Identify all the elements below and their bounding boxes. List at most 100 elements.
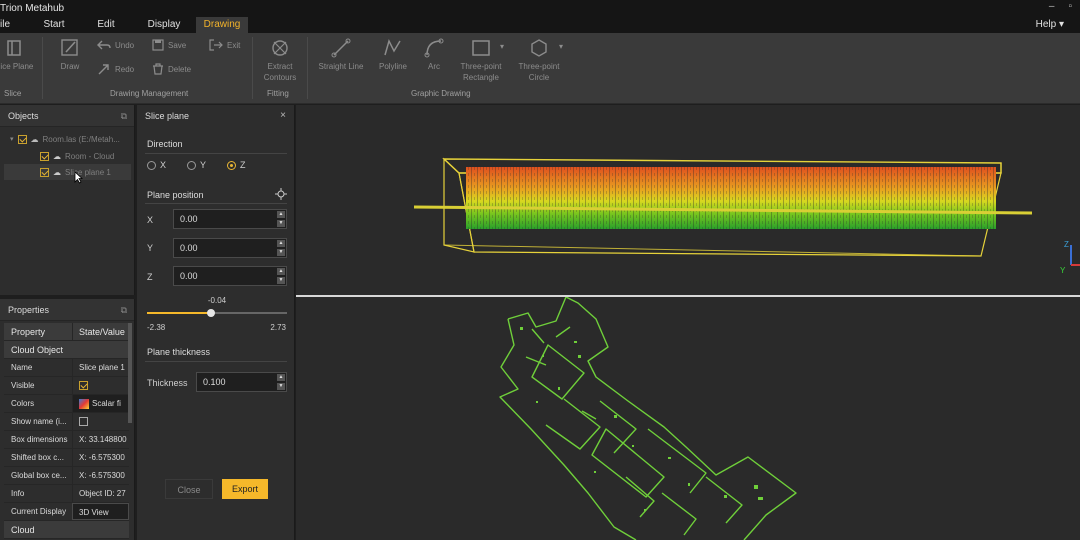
slider-max-label: 2.73 (270, 323, 286, 332)
rectangle-dropdown[interactable]: ▾ (497, 41, 507, 52)
properties-panel: Properties ⧉ Property State/Value Cloud … (0, 299, 135, 540)
exit-button[interactable]: Exit (209, 39, 240, 51)
circle-icon (531, 39, 547, 57)
x-spinner[interactable]: ▲ ▼ (277, 211, 285, 227)
slider-value: -0.04 (207, 296, 227, 305)
thickness-input[interactable]: 0.100 ▲ ▼ (196, 372, 287, 392)
table-header-row: Property State/Value (4, 323, 129, 341)
folder-icon: ☁ (30, 134, 39, 144)
crosshair-icon[interactable] (275, 188, 287, 200)
y-spinner[interactable]: ▲ ▼ (277, 240, 285, 256)
tree-checkbox[interactable] (40, 167, 49, 177)
tree-checkbox[interactable] (17, 134, 27, 144)
table-row[interactable]: Name Slice plane 1 (4, 359, 129, 377)
thickness-label: Thickness (147, 378, 188, 388)
direction-y-radio[interactable]: Y (187, 160, 206, 170)
radio-icon (187, 160, 196, 170)
x-position-input[interactable]: 0.00 ▲ ▼ (173, 209, 287, 229)
export-button[interactable]: Export (222, 479, 268, 499)
tree-checkbox[interactable] (40, 151, 49, 161)
axis-z-label: Z (1064, 240, 1069, 249)
ribbon-separator (307, 37, 308, 99)
slice-plane-button[interactable]: lice Plane (0, 37, 36, 72)
viewport-3d-side[interactable]: Z Y (296, 105, 1080, 295)
spin-down-icon[interactable]: ▼ (277, 383, 285, 390)
show-name-checkbox[interactable] (79, 417, 88, 426)
polyline-icon (384, 38, 401, 56)
table-row[interactable]: Show name (i... (4, 413, 129, 431)
minimize-icon[interactable]: – (1049, 1, 1055, 12)
z-spinner[interactable]: ▲ ▼ (277, 268, 285, 284)
point-cloud-side-view: Z Y (413, 157, 1080, 275)
current-display-select[interactable]: 3D View (72, 503, 129, 520)
scalar-field-icon (79, 398, 89, 409)
floorplan-slice-view (499, 296, 797, 540)
table-row[interactable]: Box dimensions X: 33.148800 (4, 431, 129, 449)
table-row[interactable]: Visible (4, 377, 129, 395)
close-icon[interactable]: × (280, 105, 286, 127)
plane-slider[interactable] (147, 309, 287, 317)
objects-panel: Objects ⧉ ▾ ☁ Room.las (E:/Metah... ☁ Ro… (0, 105, 135, 295)
draw-button[interactable]: Draw (54, 37, 86, 72)
redo-button[interactable]: Redo (97, 63, 134, 75)
tab-file[interactable]: ile (0, 17, 20, 33)
spin-up-icon[interactable]: ▲ (277, 268, 285, 275)
spin-down-icon[interactable]: ▼ (277, 220, 285, 227)
properties-scrollbar[interactable] (128, 323, 132, 423)
z-position-input[interactable]: 0.00 ▲ ▼ (173, 266, 287, 286)
floorplan-points (520, 327, 763, 511)
arc-button[interactable]: Arc (418, 37, 450, 72)
objects-header: Objects ⧉ (0, 105, 134, 127)
table-row[interactable]: Colors Scalar fi (4, 395, 129, 413)
polyline-button[interactable]: Polyline (374, 37, 412, 72)
help-menu[interactable]: Help ▾ (1036, 17, 1064, 33)
spin-up-icon[interactable]: ▲ (277, 374, 285, 381)
mouse-cursor-icon (74, 171, 83, 184)
tab-edit[interactable]: Edit (86, 17, 126, 33)
group-label-fitting: Fitting (267, 89, 289, 98)
close-button[interactable]: Close (165, 479, 213, 499)
table-row[interactable]: Global box ce... X: -6.575300 (4, 467, 129, 485)
table-row[interactable]: Info Object ID: 27 (4, 485, 129, 503)
direction-z-radio[interactable]: Z (227, 160, 246, 170)
viewport-2d-plan[interactable] (296, 296, 1080, 540)
thickness-spinner[interactable]: ▲ ▼ (277, 374, 285, 390)
table-row[interactable]: Current Display 3D View (4, 503, 129, 521)
x-label: X (147, 215, 154, 225)
slider-fill (147, 312, 212, 314)
expand-icon[interactable]: ▾ (10, 135, 14, 143)
tree-item-room-las[interactable]: ▾ ☁ Room.las (E:/Metah... (10, 131, 120, 147)
tree-item-room-cloud[interactable]: ☁ Room - Cloud (40, 148, 114, 164)
redo-icon (98, 64, 109, 75)
spin-down-icon[interactable]: ▼ (277, 277, 285, 284)
tree-item-slice-plane[interactable]: ☁ Slice plane 1 (4, 164, 131, 180)
delete-button[interactable]: Delete (152, 63, 191, 75)
slice-panel-title: Slice plane (145, 111, 190, 121)
spin-up-icon[interactable]: ▲ (277, 211, 285, 218)
visible-checkbox[interactable] (79, 381, 88, 390)
spin-up-icon[interactable]: ▲ (277, 240, 285, 247)
extract-contours-button[interactable]: Extract Contours (258, 37, 302, 83)
tab-start[interactable]: Start (34, 17, 74, 33)
divider (145, 361, 287, 362)
circle-dropdown[interactable]: ▾ (556, 41, 566, 52)
restore-icon[interactable]: ▫ (1068, 1, 1072, 12)
dock-icon[interactable]: ⧉ (121, 299, 127, 321)
draw-icon (61, 39, 78, 56)
tab-display[interactable]: Display (140, 17, 188, 33)
spin-down-icon[interactable]: ▼ (277, 249, 285, 256)
chevron-down-icon: ▾ (499, 42, 504, 51)
tab-drawing[interactable]: Drawing (196, 17, 248, 33)
arc-icon (424, 38, 444, 58)
undo-button[interactable]: Undo (97, 39, 134, 51)
slider-handle[interactable] (207, 309, 216, 317)
y-position-input[interactable]: 0.00 ▲ ▼ (173, 238, 287, 258)
table-row[interactable]: Shifted box c... X: -6.575300 (4, 449, 129, 467)
direction-x-radio[interactable]: X (147, 160, 166, 170)
section-cloud-object[interactable]: Cloud Object (4, 341, 129, 359)
section-cloud[interactable]: Cloud (4, 521, 129, 539)
save-button[interactable]: Save (152, 39, 186, 51)
ribbon-toolbar: lice Plane Slice Draw Undo Save Exit Red… (0, 33, 1080, 104)
dock-icon[interactable]: ⧉ (121, 105, 127, 127)
straight-line-button[interactable]: Straight Line (316, 37, 366, 72)
